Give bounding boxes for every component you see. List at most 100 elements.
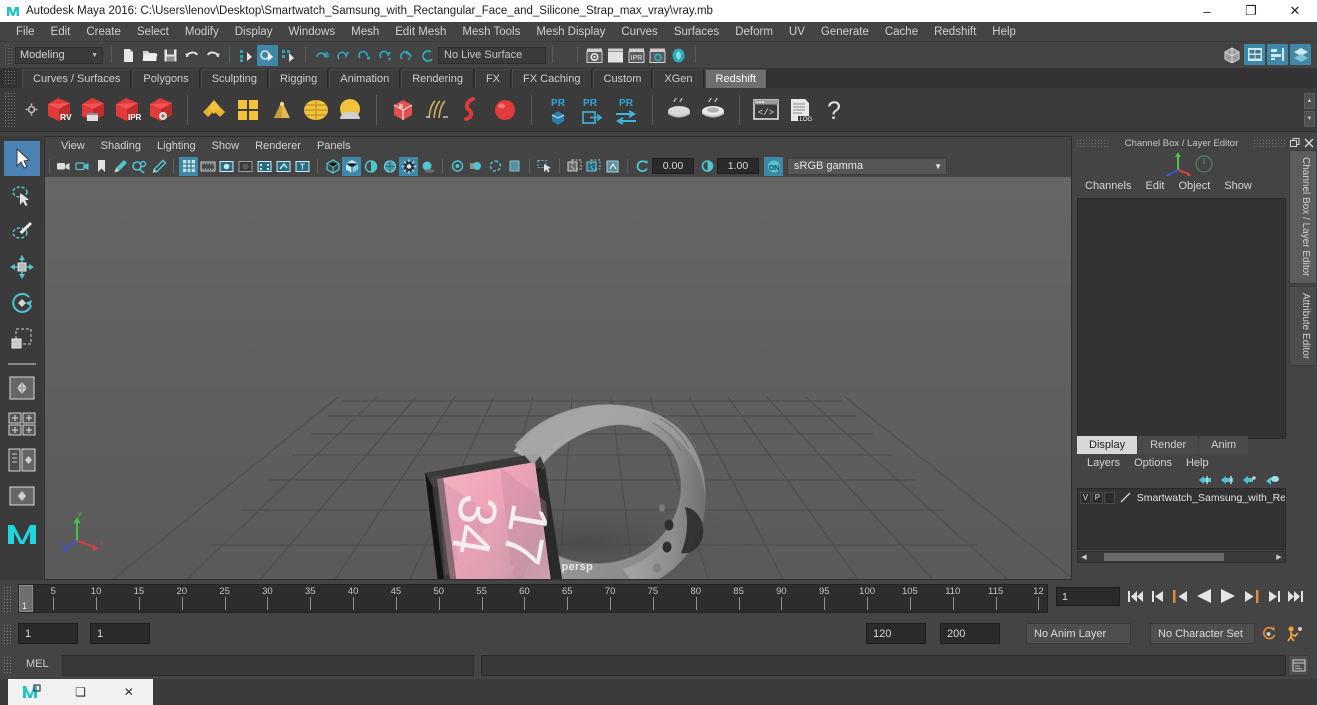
menu-item-surfaces[interactable]: Surfaces (666, 22, 727, 42)
layer-editor-menu-help[interactable]: Help (1179, 457, 1216, 469)
grease-pencil-icon[interactable] (149, 157, 168, 176)
redshift-proxy-icon[interactable] (386, 93, 420, 127)
viewport-menu-view[interactable]: View (53, 140, 93, 152)
restore-icon[interactable]: ❑ (56, 679, 104, 705)
command-line-gripper[interactable] (3, 656, 13, 675)
menu-item-display[interactable]: Display (227, 22, 281, 42)
new-scene-icon[interactable] (118, 45, 139, 66)
maximize-button[interactable]: ❐ (1229, 0, 1273, 22)
redshift-material-icon[interactable] (197, 93, 231, 127)
attribute-editor-icon[interactable] (1244, 44, 1265, 65)
film-gate-icon[interactable] (198, 157, 217, 176)
menu-item-curves[interactable]: Curves (613, 22, 665, 42)
animation-preferences-icon[interactable] (1286, 625, 1304, 642)
scroll-left-arrow-icon[interactable]: ◀ (1078, 553, 1090, 561)
current-frame-field[interactable]: 1 (1056, 587, 1120, 606)
depth-of-field-icon[interactable] (505, 157, 524, 176)
gamma-field[interactable]: 1.00 (717, 158, 759, 174)
exposure-field[interactable]: 0.00 (652, 158, 694, 174)
status-line-gripper[interactable] (4, 44, 12, 66)
new-layer-from-selected-icon[interactable] (1265, 474, 1280, 486)
save-scene-icon[interactable] (160, 45, 181, 66)
viewport-menu-panels[interactable]: Panels (309, 140, 359, 152)
outliner-persp-layout-icon[interactable] (4, 442, 40, 477)
rotate-tool-icon[interactable] (4, 285, 40, 320)
range-end-field[interactable]: 120 (866, 623, 926, 644)
menu-item-edit[interactable]: Edit (43, 22, 79, 42)
image-plane-icon[interactable] (111, 157, 130, 176)
wireframe-shaded-icon[interactable] (323, 157, 342, 176)
paint-select-tool-icon[interactable] (4, 213, 40, 248)
render-current-frame-icon[interactable] (605, 45, 626, 66)
layer-editor-menu-layers[interactable]: Layers (1080, 457, 1127, 469)
screen-space-ao-icon[interactable] (448, 157, 467, 176)
redshift-pr-export-icon[interactable]: PR (575, 93, 609, 127)
redshift-hair-icon[interactable] (420, 93, 454, 127)
menu-item-generate[interactable]: Generate (813, 22, 877, 42)
open-scene-icon[interactable] (139, 45, 160, 66)
snap-to-grid-icon[interactable] (312, 45, 333, 66)
go-to-end-icon[interactable] (1286, 585, 1305, 607)
redshift-help-icon[interactable]: ? (817, 93, 851, 127)
menu-item-mesh[interactable]: Mesh (343, 22, 387, 42)
channel-box-menu-show[interactable]: Show (1217, 180, 1259, 192)
time-cursor[interactable]: 1 (19, 585, 33, 612)
xray-active-components-icon[interactable] (584, 157, 603, 176)
bookmark-icon[interactable] (92, 157, 111, 176)
menu-item-windows[interactable]: Windows (280, 22, 343, 42)
menu-item-select[interactable]: Select (129, 22, 177, 42)
maya-logo-icon[interactable] (4, 516, 40, 551)
two-d-pan-zoom-icon[interactable] (130, 157, 149, 176)
snap-to-projected-center-icon[interactable] (375, 45, 396, 66)
panel-gripper[interactable] (1076, 139, 1110, 147)
menu-item-cache[interactable]: Cache (877, 22, 926, 42)
shelf-tab-rigging[interactable]: Rigging (268, 69, 329, 88)
undock-icon[interactable] (1289, 137, 1301, 149)
single-perspective-layout-icon[interactable] (4, 370, 40, 405)
shelf-gripper[interactable] (4, 92, 16, 128)
shelf-tab-fx-caching[interactable]: FX Caching (512, 69, 592, 88)
undo-icon[interactable] (181, 45, 202, 66)
select-by-object-icon[interactable] (257, 44, 278, 66)
maya-taskbar-icon[interactable] (8, 679, 56, 705)
redshift-bake-set-icon[interactable] (696, 93, 730, 127)
layer-editor-menu-options[interactable]: Options (1127, 457, 1179, 469)
layer-state-toggle[interactable] (1103, 491, 1115, 504)
menu-item-help[interactable]: Help (984, 22, 1024, 42)
exposure-icon[interactable] (633, 157, 652, 176)
step-forward-frame-icon[interactable] (1242, 585, 1261, 607)
redshift-render-sequence-icon[interactable] (76, 93, 110, 127)
ipr-render-icon[interactable]: IPR (626, 45, 647, 66)
motion-blur-icon[interactable] (467, 157, 486, 176)
redshift-sphere-light-icon[interactable] (333, 93, 367, 127)
close-button[interactable]: ✕ (1273, 0, 1317, 22)
redshift-dome-light-icon[interactable] (299, 93, 333, 127)
texture-border-icon[interactable]: T (293, 157, 312, 176)
tool-settings-icon[interactable] (1267, 44, 1288, 65)
move-tool-icon[interactable] (4, 249, 40, 284)
move-layer-down-icon[interactable] (1220, 474, 1235, 486)
render-view-icon[interactable] (584, 45, 605, 66)
shaded-wireframe-icon[interactable] (361, 157, 380, 176)
lasso-select-tool-icon[interactable] (4, 177, 40, 212)
taskbar-window-item[interactable]: ❑ ✕ (8, 679, 153, 705)
shelf-tab-rendering[interactable]: Rendering (401, 69, 474, 88)
close-icon[interactable] (1303, 137, 1315, 149)
channel-box-menu-object[interactable]: Object (1171, 180, 1217, 192)
shelf-tab-animation[interactable]: Animation (329, 69, 401, 88)
animation-end-field[interactable]: 200 (940, 623, 1000, 644)
shelf-tab-polygons[interactable]: Polygons (132, 69, 200, 88)
gamma-icon[interactable] (698, 157, 717, 176)
hardware-texturing-icon[interactable] (380, 157, 399, 176)
xray-joints-toggle-icon[interactable] (603, 157, 622, 176)
scale-tool-icon[interactable] (4, 321, 40, 356)
use-all-lights-icon[interactable] (399, 156, 418, 176)
shelf-scroll-buttons[interactable]: ▲ ▼ (1304, 93, 1315, 127)
isolate-select-icon[interactable] (535, 157, 554, 176)
shelf-tab-custom[interactable]: Custom (592, 69, 653, 88)
color-management-toggle-icon[interactable]: ON (764, 156, 783, 176)
layer-list-scrollbar[interactable]: ◀ ▶ (1077, 551, 1286, 563)
redo-icon[interactable] (202, 45, 223, 66)
step-back-keyframe-icon[interactable] (1148, 585, 1167, 607)
shadows-icon[interactable] (418, 157, 437, 176)
